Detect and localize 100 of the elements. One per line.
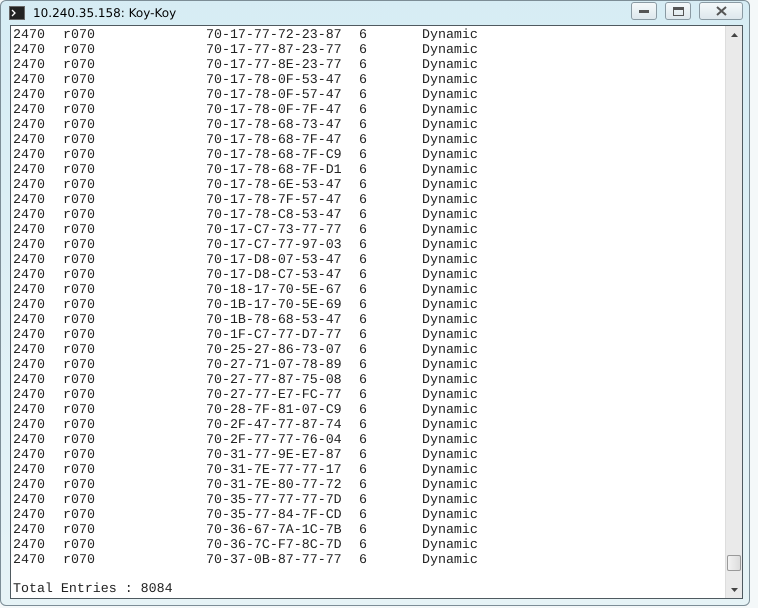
vlan-name-text: r070 — [63, 357, 96, 372]
vlan-text: 2470 — [13, 342, 46, 357]
port-text: 6 — [359, 492, 368, 507]
port-text: 6 — [359, 282, 368, 297]
entry-type-text: Dynamic — [422, 297, 479, 312]
entry-type-text: Dynamic — [422, 357, 479, 372]
port-text: 6 — [359, 27, 368, 42]
scroll-down-icon[interactable] — [730, 588, 738, 592]
vlan-text: 2470 — [13, 357, 46, 372]
vlan-text: 2470 — [13, 102, 46, 117]
port-text: 6 — [359, 267, 368, 282]
port-text: 6 — [359, 357, 368, 372]
entry-type-text: Dynamic — [422, 117, 479, 132]
vlan-name-text: r070 — [63, 132, 96, 147]
vlan-name-text: r070 — [63, 147, 96, 162]
vlan-name-text: r070 — [63, 72, 96, 87]
total-entries-text: Total Entries : 8084 — [13, 581, 174, 597]
scroll-up-icon[interactable] — [730, 32, 738, 36]
vlan-name-text: r070 — [63, 432, 96, 447]
vlan-text: 2470 — [13, 297, 46, 312]
mac-address-text: 70-17-D8-C7-53-47 — [206, 267, 343, 282]
vlan-name-text: r070 — [63, 192, 96, 207]
mac-address-text: 70-27-71-07-78-89 — [206, 357, 343, 372]
port-text: 6 — [359, 42, 368, 57]
entry-type-text: Dynamic — [422, 282, 479, 297]
entry-type-text: Dynamic — [422, 222, 479, 237]
vlan-text: 2470 — [13, 117, 46, 132]
mac-address-text: 70-17-78-6E-53-47 — [206, 177, 343, 192]
vlan-name-text: r070 — [63, 42, 96, 57]
port-text: 6 — [359, 222, 368, 237]
mac-address-text: 70-17-78-0F-57-47 — [206, 87, 343, 102]
vlan-text: 2470 — [13, 387, 46, 402]
entry-type-text: Dynamic — [422, 57, 479, 72]
vlan-text: 2470 — [13, 282, 46, 297]
entry-type-text: Dynamic — [422, 252, 479, 267]
vlan-text: 2470 — [13, 147, 46, 162]
mac-address-text: 70-37-0B-87-77-77 — [206, 552, 343, 567]
mac-address-text: 70-31-7E-77-77-17 — [206, 462, 343, 477]
entry-type-text: Dynamic — [422, 492, 479, 507]
vlan-text: 2470 — [13, 27, 46, 42]
mac-address-text: 70-17-77-87-23-77 — [206, 42, 343, 57]
mac-address-text: 70-17-D8-07-53-47 — [206, 252, 343, 267]
port-text: 6 — [359, 252, 368, 267]
vlan-name-text: r070 — [63, 387, 96, 402]
vlan-name-text: r070 — [63, 282, 96, 297]
port-text: 6 — [359, 57, 368, 72]
entry-type-text: Dynamic — [422, 342, 479, 357]
mac-address-text: 70-25-27-86-73-07 — [206, 342, 343, 357]
vlan-text: 2470 — [13, 72, 46, 87]
vlan-name-text: r070 — [63, 477, 96, 492]
mac-address-text: 70-17-78-C8-53-47 — [206, 207, 343, 222]
port-text: 6 — [359, 417, 368, 432]
port-text: 6 — [359, 522, 368, 537]
maximize-button[interactable] — [665, 2, 691, 20]
entry-type-text: Dynamic — [422, 177, 479, 192]
port-text: 6 — [359, 507, 368, 522]
entry-type-text: Dynamic — [422, 102, 479, 117]
minimize-button[interactable] — [631, 2, 657, 20]
port-text: 6 — [359, 237, 368, 252]
vlan-text: 2470 — [13, 312, 46, 327]
vlan-text: 2470 — [13, 462, 46, 477]
vlan-text: 2470 — [13, 132, 46, 147]
entry-type-text: Dynamic — [422, 207, 479, 222]
vlan-name-text: r070 — [63, 102, 96, 117]
mac-address-text: 70-17-C7-73-77-77 — [206, 222, 343, 237]
vlan-text: 2470 — [13, 477, 46, 492]
vlan-name-text: r070 — [63, 492, 96, 507]
port-text: 6 — [359, 102, 368, 117]
entry-type-text: Dynamic — [422, 147, 479, 162]
vlan-name-text: r070 — [63, 312, 96, 327]
vlan-name-text: r070 — [63, 507, 96, 522]
scrollbar-thumb[interactable] — [727, 555, 741, 571]
vlan-text: 2470 — [13, 42, 46, 57]
mac-address-text: 70-1F-C7-77-D7-77 — [206, 327, 343, 342]
close-icon — [716, 6, 726, 16]
close-button[interactable] — [699, 2, 743, 20]
vlan-text: 2470 — [13, 87, 46, 102]
vlan-text: 2470 — [13, 192, 46, 207]
entry-type-text: Dynamic — [422, 27, 479, 42]
vlan-text: 2470 — [13, 417, 46, 432]
vlan-text: 2470 — [13, 492, 46, 507]
port-text: 6 — [359, 147, 368, 162]
entry-type-text: Dynamic — [422, 42, 479, 57]
port-text: 6 — [359, 477, 368, 492]
entry-type-text: Dynamic — [422, 477, 479, 492]
vlan-text: 2470 — [13, 177, 46, 192]
vlan-name-text: r070 — [63, 207, 96, 222]
port-text: 6 — [359, 162, 368, 177]
port-text: 6 — [359, 342, 368, 357]
port-text: 6 — [359, 207, 368, 222]
vlan-name-text: r070 — [63, 372, 96, 387]
vlan-text: 2470 — [13, 57, 46, 72]
minimize-icon — [639, 9, 649, 13]
scrollbar[interactable] — [725, 26, 742, 598]
mac-address-text: 70-31-77-9E-E7-87 — [206, 447, 343, 462]
mac-address-text: 70-35-77-77-77-7D — [206, 492, 343, 507]
vlan-name-text: r070 — [63, 552, 96, 567]
entry-type-text: Dynamic — [422, 462, 479, 477]
vlan-name-text: r070 — [63, 177, 96, 192]
vlan-name-text: r070 — [63, 402, 96, 417]
